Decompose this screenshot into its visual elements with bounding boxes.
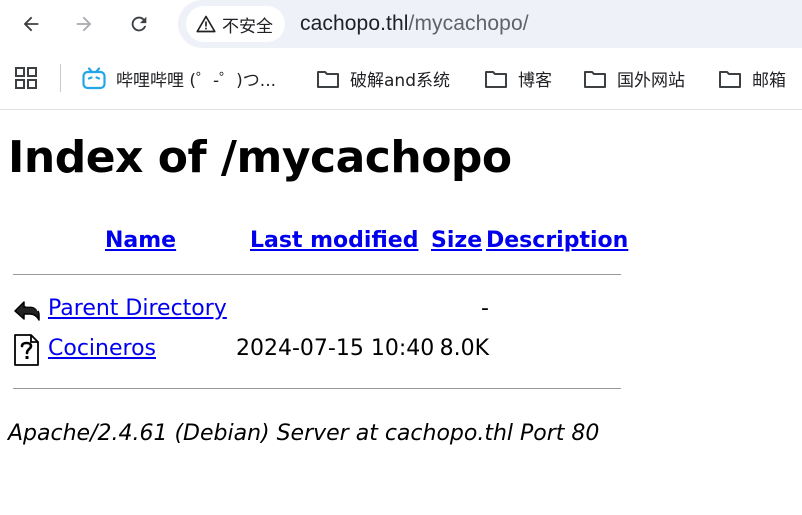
- bookmark-folder-mail[interactable]: 邮箱: [718, 66, 786, 91]
- bookmarks-separator: [60, 64, 61, 92]
- folder-icon: [584, 70, 606, 88]
- warning-icon: [196, 15, 216, 33]
- sort-by-size-link[interactable]: Size: [431, 228, 482, 253]
- bookmark-folder-blog[interactable]: 博客: [484, 66, 552, 91]
- bookmark-label: 国外网站: [617, 71, 685, 91]
- page-title: Index of /mycachopo: [8, 132, 512, 183]
- sort-by-name-link[interactable]: Name: [105, 228, 176, 253]
- bilibili-icon: [82, 66, 106, 89]
- url-text[interactable]: cachopo.thl/mycachopo/: [300, 12, 529, 36]
- forward-button[interactable]: [69, 9, 99, 39]
- bookmark-folder-foreign[interactable]: 国外网站: [583, 66, 685, 91]
- bookmark-label: 破解and系统: [350, 71, 450, 91]
- table-row: Parent Directory -: [10, 294, 630, 328]
- unknown-file-icon: [14, 334, 39, 366]
- reload-button[interactable]: [124, 9, 154, 39]
- bookmark-label: 哔哩哔哩 (゜-゜)つ...: [116, 71, 277, 91]
- url-path: /mycachopo/: [408, 12, 529, 35]
- row-date: 2024-07-15 10:40: [236, 336, 435, 361]
- bookmarks-bar: 哔哩哔哩 (゜-゜)つ... 破解and系统 博客 国外网站 邮箱: [0, 48, 802, 110]
- apps-grid-icon[interactable]: [15, 67, 37, 89]
- bookmark-label: 邮箱: [752, 71, 786, 91]
- table-row: Cocineros 2024-07-15 10:40 8.0K: [10, 334, 630, 368]
- bookmark-folder-crack[interactable]: 破解and系统: [316, 66, 450, 91]
- arrow-right-icon: [76, 16, 92, 32]
- folder-icon: [719, 70, 741, 88]
- parent-directory-link[interactable]: Parent Directory: [48, 296, 227, 321]
- bookmark-label: 博客: [518, 71, 552, 91]
- sort-by-modified-link[interactable]: Last modified: [250, 228, 418, 253]
- back-arrow-icon: [14, 301, 40, 321]
- back-button[interactable]: [16, 9, 46, 39]
- security-label: 不安全: [222, 16, 273, 37]
- reload-icon: [131, 16, 147, 32]
- header-divider: [13, 274, 621, 275]
- url-host: cachopo.thl: [300, 12, 409, 35]
- footer-divider: [13, 388, 621, 389]
- bookmark-bilibili[interactable]: 哔哩哔哩 (゜-゜)つ...: [82, 66, 276, 91]
- folder-icon: [485, 70, 507, 88]
- address-bar[interactable]: 不安全 cachopo.thl/mycachopo/: [178, 0, 802, 48]
- folder-icon: [317, 70, 339, 88]
- browser-toolbar: 不安全 cachopo.thl/mycachopo/: [0, 0, 802, 48]
- row-size: -: [481, 296, 489, 321]
- security-chip[interactable]: 不安全: [186, 6, 285, 42]
- sort-by-description-link[interactable]: Description: [486, 228, 628, 253]
- server-signature: Apache/2.4.61 (Debian) Server at cachopo…: [8, 421, 600, 446]
- arrow-left-icon: [23, 16, 39, 32]
- row-size: 8.0K: [439, 336, 489, 361]
- file-link-cocineros[interactable]: Cocineros: [48, 336, 156, 361]
